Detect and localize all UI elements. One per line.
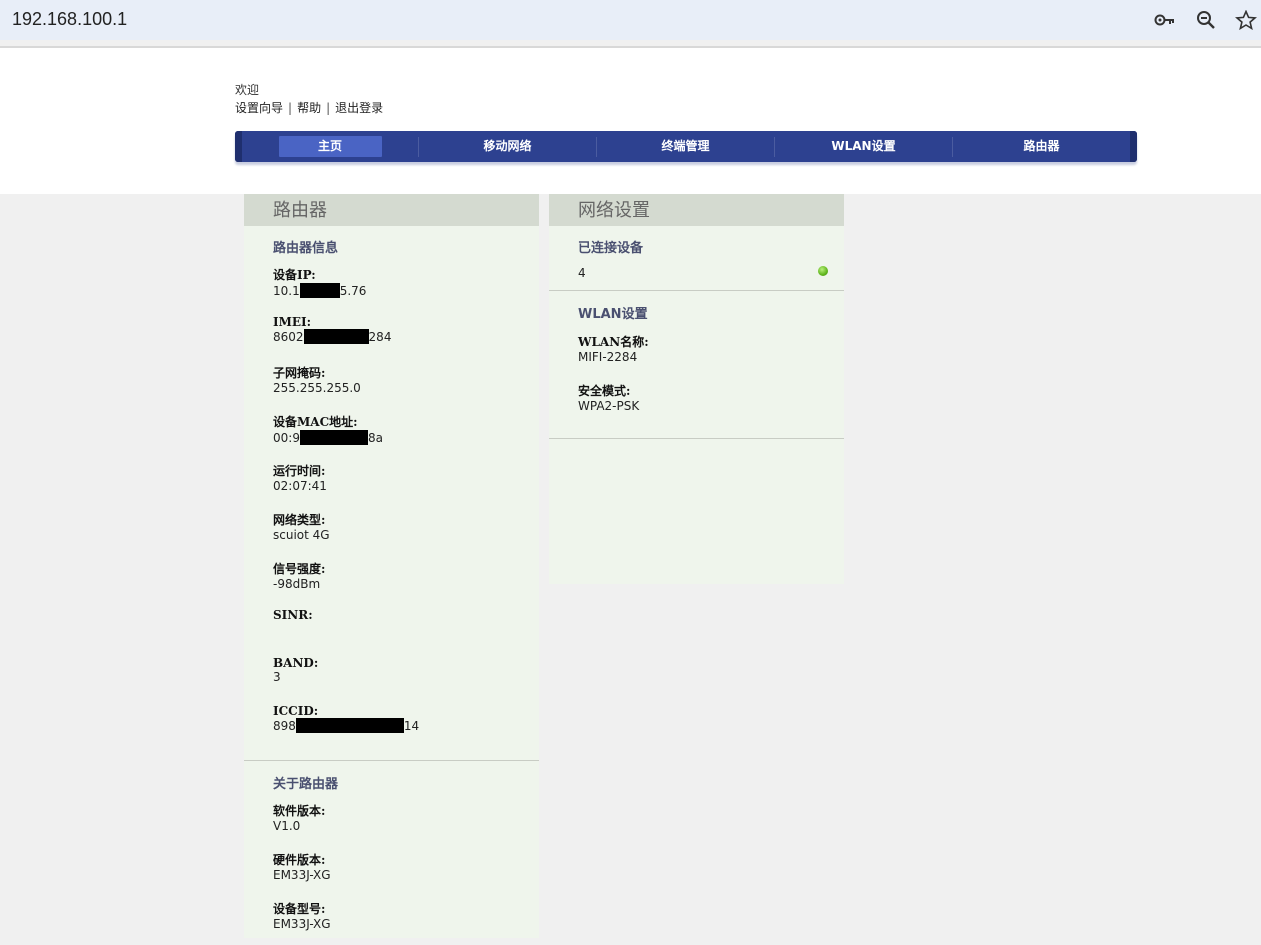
main-nav: 主页 移动网络 终端管理 WLAN设置 路由器 (235, 131, 1137, 162)
url-text[interactable]: 192.168.100.1 (12, 9, 127, 30)
field-subnet-mask: 子网掩码: 255.255.255.0 (273, 366, 361, 395)
setup-wizard-link[interactable]: 设置向导 (235, 101, 283, 115)
field-mac-address: 设备MAC地址: 00:9 8a (273, 415, 383, 445)
field-device-model: 设备型号: EM33J-XG (273, 902, 331, 931)
field-device-ip: 设备IP: 10.1 5.76 (273, 268, 367, 298)
link-separator: | (326, 101, 331, 115)
router-info-title: 路由器信息 (273, 241, 339, 256)
redaction-bar (299, 430, 368, 445)
section-divider (549, 290, 844, 291)
nav-edge-right (1130, 131, 1137, 162)
connected-count: 4 (578, 266, 586, 280)
link-separator: | (288, 101, 293, 115)
nav-edge-left (235, 131, 242, 162)
zoom-icon[interactable] (1196, 10, 1218, 30)
nav-home[interactable]: 主页 (242, 131, 418, 162)
field-band: BAND: 3 (273, 656, 319, 684)
router-panel-title: 路由器 (244, 194, 539, 226)
router-panel: 路由器 路由器信息 设备IP: 10.1 5.76 IMEI: 8602 284 子… (244, 194, 539, 938)
redaction-bar (299, 283, 340, 298)
about-router-title: 关于路由器 (273, 777, 339, 792)
field-software-version: 软件版本: V1.0 (273, 804, 326, 833)
field-signal-strength: 信号强度: -98dBm (273, 562, 326, 591)
field-uptime: 运行时间: 02:07:41 (273, 464, 327, 493)
field-iccid: ICCID: 898 14 (273, 704, 420, 733)
welcome-text: 欢迎 (235, 83, 260, 97)
field-network-type: 网络类型: scuiot 4G (273, 513, 330, 542)
section-divider (244, 760, 539, 761)
field-wlan-name: WLAN名称: MIFI-2284 (578, 335, 649, 364)
connected-devices-title[interactable]: 已连接设备 (578, 237, 643, 256)
field-hardware-version: 硬件版本: EM33J-XG (273, 853, 331, 882)
page-header (0, 48, 1261, 194)
logout-link[interactable]: 退出登录 (335, 101, 383, 115)
status-dot-icon (818, 266, 828, 276)
section-divider (549, 438, 844, 439)
redaction-bar (295, 718, 404, 733)
nav-terminal-management[interactable]: 终端管理 (597, 131, 774, 162)
nav-router[interactable]: 路由器 (953, 131, 1130, 162)
field-sinr: SINR: (273, 608, 313, 622)
nav-mobile-network[interactable]: 移动网络 (419, 131, 596, 162)
network-panel: 网络设置 已连接设备 4 WLAN设置 WLAN名称: MIFI-2284 安全… (549, 194, 844, 584)
star-icon[interactable] (1235, 9, 1257, 31)
key-icon[interactable] (1154, 10, 1176, 30)
help-link[interactable]: 帮助 (297, 101, 321, 115)
field-imei: IMEI: 8602 284 (273, 315, 392, 344)
wlan-settings-title[interactable]: WLAN设置 (578, 303, 648, 322)
nav-wlan-settings[interactable]: WLAN设置 (775, 131, 952, 162)
field-security-mode: 安全模式: WPA2-PSK (578, 384, 640, 413)
redaction-bar (303, 329, 369, 344)
network-panel-title: 网络设置 (549, 194, 844, 226)
header-links: 设置向导 | 帮助 | 退出登录 (235, 99, 383, 116)
address-bar[interactable]: 192.168.100.1 (0, 0, 1261, 40)
